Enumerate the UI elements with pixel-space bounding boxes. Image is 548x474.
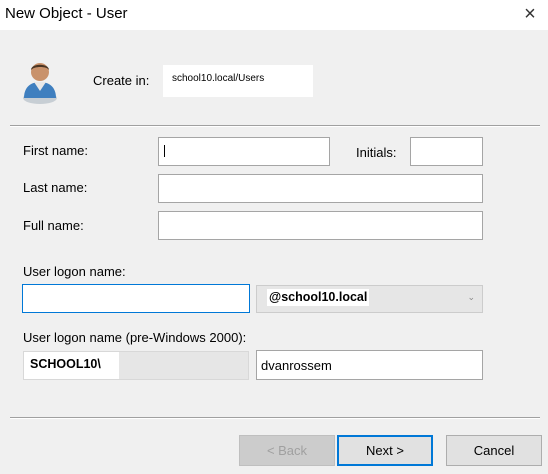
first-name-input[interactable] <box>158 137 330 166</box>
separator-top <box>10 125 540 127</box>
close-icon[interactable]: × <box>518 2 542 26</box>
pre2000-domain-field: SCHOOL10\ <box>23 351 249 380</box>
window-title: New Object - User <box>5 5 128 22</box>
logon-name-label: User logon name: <box>23 264 126 279</box>
create-in-path: school10.local/Users <box>163 65 313 97</box>
chevron-down-icon[interactable]: ⌄ <box>467 292 475 303</box>
create-in-label: Create in: <box>93 73 150 88</box>
upn-suffix-value: @school10.local <box>267 289 369 306</box>
back-button[interactable]: < Back <box>239 435 335 466</box>
pre2000-logon-input[interactable] <box>256 350 483 380</box>
full-name-input[interactable] <box>158 211 483 240</box>
separator-bottom <box>10 417 540 419</box>
cancel-button[interactable]: Cancel <box>446 435 542 466</box>
logon-name-input[interactable] <box>22 284 250 313</box>
last-name-input[interactable] <box>158 174 483 203</box>
upn-suffix-select[interactable]: @school10.local ⌄ <box>256 285 483 313</box>
initials-label: Initials: <box>356 145 397 160</box>
new-user-dialog: New Object - User × Create in: school10.… <box>0 0 548 474</box>
last-name-label: Last name: <box>23 180 88 195</box>
pre2000-domain-value: SCHOOL10\ <box>24 352 119 379</box>
initials-input[interactable] <box>410 137 483 166</box>
next-button[interactable]: Next > <box>337 435 433 466</box>
first-name-label: First name: <box>23 143 89 158</box>
full-name-label: Full name: <box>23 218 84 233</box>
pre2000-label: User logon name (pre-Windows 2000): <box>23 330 247 345</box>
user-icon <box>23 63 57 104</box>
text-caret <box>164 145 165 157</box>
title-bar: New Object - User × <box>0 0 548 30</box>
dialog-body: Create in: school10.local/Users First na… <box>0 30 548 474</box>
